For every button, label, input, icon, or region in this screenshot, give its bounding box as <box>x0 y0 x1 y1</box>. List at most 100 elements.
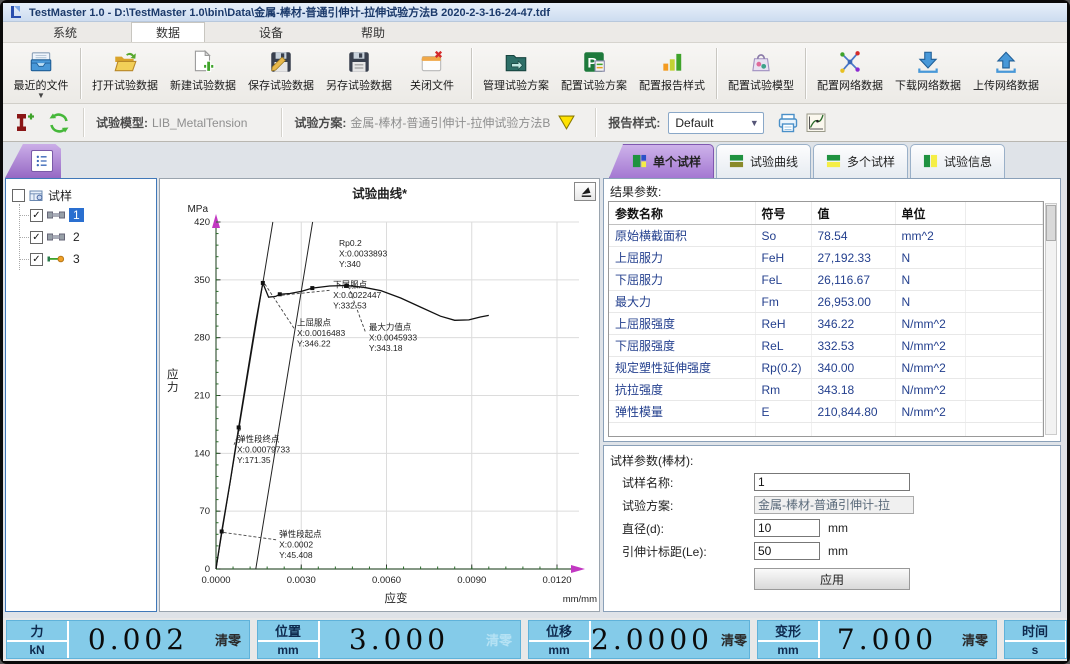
channel-value: 3.000 <box>320 621 478 658</box>
add-specimen-icon[interactable] <box>13 111 37 135</box>
specimen-field-1: 试验方案:金属-棒材-普通引伸计-拉 <box>622 495 1052 515</box>
report-curve-icon[interactable] <box>804 111 828 135</box>
results-cell <box>965 357 1043 379</box>
results-cell <box>965 423 1043 438</box>
toolbar-button-label: 另存试验数据 <box>326 77 392 93</box>
annotation-5: 最大力值点X:0.0045933Y:343.18 <box>369 322 417 353</box>
field-input-3[interactable] <box>754 542 820 560</box>
channel-unit: mm <box>758 642 818 658</box>
key-point-marker <box>345 283 349 287</box>
tree-item-1[interactable]: ✓1 <box>20 204 156 226</box>
key-point-marker <box>278 292 282 296</box>
list-icon <box>31 150 53 172</box>
apply-button[interactable]: 应用 <box>754 568 910 590</box>
toolbar-divider <box>80 48 81 99</box>
toolbar-button-config-model[interactable]: 配置试验模型 <box>722 45 800 102</box>
results-cell: N/mm^2 <box>895 313 965 335</box>
results-cell: 27,192.33 <box>811 247 895 269</box>
results-cell <box>965 225 1043 247</box>
root-checkbox[interactable] <box>12 189 25 202</box>
clear-button-0[interactable]: 清零 <box>207 621 249 658</box>
window-body: TestMaster 1.0 - D:\TestMaster 1.0\bin\D… <box>3 3 1067 661</box>
divider <box>83 108 84 137</box>
field-input-2[interactable] <box>754 519 820 537</box>
scrollbar-thumb[interactable] <box>1046 205 1056 241</box>
config-scheme-icon: P <box>581 49 607 75</box>
menu-item-2[interactable]: 设备 <box>235 22 307 42</box>
tab-3[interactable]: 试验信息 <box>910 144 1005 178</box>
tab-2[interactable]: 多个试样 <box>813 144 908 178</box>
toolbar-button-close-file[interactable]: 关闭文件 <box>398 45 466 102</box>
report-style-select[interactable]: Default ▼ <box>668 112 764 134</box>
results-cell: N/mm^2 <box>895 401 965 423</box>
x-tick-label: 0.0090 <box>457 575 486 586</box>
results-cell: FeH <box>755 247 811 269</box>
clear-button-3[interactable]: 清零 <box>954 621 996 658</box>
clear-button-1[interactable]: 清零 <box>478 621 520 658</box>
tree-root-row[interactable]: 试样 <box>12 187 156 204</box>
toolbar-divider <box>805 48 806 99</box>
results-cell: ReH <box>755 313 811 335</box>
channel-unit: s <box>1005 642 1065 658</box>
results-cell <box>965 269 1043 291</box>
results-cell: N <box>895 247 965 269</box>
y-tick-label: 280 <box>194 333 210 344</box>
toolbar-button-config-network[interactable]: 配置网络数据 <box>811 45 889 102</box>
tab-1[interactable]: 试验曲线 <box>716 144 811 178</box>
field-label: 试验方案: <box>622 497 754 514</box>
toolbar-button-config-scheme[interactable]: P配置试验方案 <box>555 45 633 102</box>
status-channel-3: 变形mm7.000清零 <box>757 620 997 659</box>
status-channel-0: 力kN0.002清零 <box>6 620 250 659</box>
clear-button-2[interactable]: 清零 <box>713 621 750 658</box>
toolbar-button-recent-files[interactable]: 最近的文件▼ <box>7 45 75 102</box>
results-scrollbar[interactable] <box>1045 203 1057 435</box>
menu-item-3[interactable]: 帮助 <box>337 22 409 42</box>
menu-item-1[interactable]: 数据 <box>131 22 205 42</box>
specimen-params-section: 试样参数(棒材): 试样名称:试验方案:金属-棒材-普通引伸计-拉直径(d):m… <box>603 445 1061 612</box>
toolbar-button-manage-scheme[interactable]: 管理试验方案 <box>477 45 555 102</box>
item-checkbox[interactable]: ✓ <box>30 209 43 222</box>
channel-value: 0.002 <box>69 621 207 658</box>
tree-tab[interactable] <box>5 144 61 178</box>
report-style-value: Default <box>675 116 713 130</box>
channel-name: 位移 <box>529 621 589 642</box>
config-network-icon <box>837 49 863 75</box>
specimen-tree-panel: 试样 ✓1✓2✓3 <box>5 178 157 612</box>
field-input-0[interactable] <box>754 473 910 491</box>
specimen-field-3: 引伸计标距(Le):mm <box>622 541 1052 561</box>
tree-item-3[interactable]: ✓3 <box>20 248 156 270</box>
status-bar: 力kN0.002清零位置mm3.000清零位移mm2.0000清零变形mm7.0… <box>3 618 1067 661</box>
toolbar-button-upload-network[interactable]: 上传网络数据 <box>967 45 1045 102</box>
status-channel-4: 时间s <box>1004 620 1067 659</box>
field-unit: mm <box>828 521 848 535</box>
scheme-dropdown-icon[interactable] <box>558 115 575 130</box>
annotation-0: 弹性段起点X:0.0002Y:45.408 <box>279 529 322 560</box>
results-table: 参数名称符号值单位原始横截面积So78.54mm^2上屈服力FeH27,192.… <box>608 201 1044 437</box>
stress-strain-chart: 0.00000.00300.00600.00900.01200701402102… <box>161 200 599 611</box>
config-model-icon <box>748 49 774 75</box>
tab-icon <box>632 154 647 169</box>
results-cell <box>811 423 895 438</box>
toolbar-button-save-data[interactable]: 保存试验数据 <box>242 45 320 102</box>
tab-label: 多个试样 <box>847 153 895 170</box>
refresh-icon[interactable] <box>47 111 71 135</box>
tree-item-2[interactable]: ✓2 <box>20 226 156 248</box>
chart-zoom-button[interactable] <box>574 182 596 201</box>
results-cell: 上屈服力 <box>609 247 755 269</box>
results-cell: 78.54 <box>811 225 895 247</box>
annotation-3: 下屈服点X:0.0022447Y:332.53 <box>333 279 381 310</box>
toolbar-button-download-network[interactable]: 下载网络数据 <box>889 45 967 102</box>
item-checkbox[interactable]: ✓ <box>30 231 43 244</box>
toolbar-button-open-data[interactable]: 打开试验数据 <box>86 45 164 102</box>
print-icon[interactable] <box>776 111 800 135</box>
toolbar-button-label: 打开试验数据 <box>92 77 158 93</box>
toolbar-button-config-report[interactable]: 配置报告样式 <box>633 45 711 102</box>
results-cell: 343.18 <box>811 379 895 401</box>
menu-item-0[interactable]: 系统 <box>29 22 101 42</box>
toolbar-button-save-as-data[interactable]: 另存试验数据 <box>320 45 398 102</box>
toolbar-button-label: 配置网络数据 <box>817 77 883 93</box>
tab-0[interactable]: 单个试样 <box>609 144 714 178</box>
toolbar-button-new-data[interactable]: 新建试验数据 <box>164 45 242 102</box>
item-checkbox[interactable]: ✓ <box>30 253 43 266</box>
channel-name: 时间 <box>1005 621 1065 642</box>
